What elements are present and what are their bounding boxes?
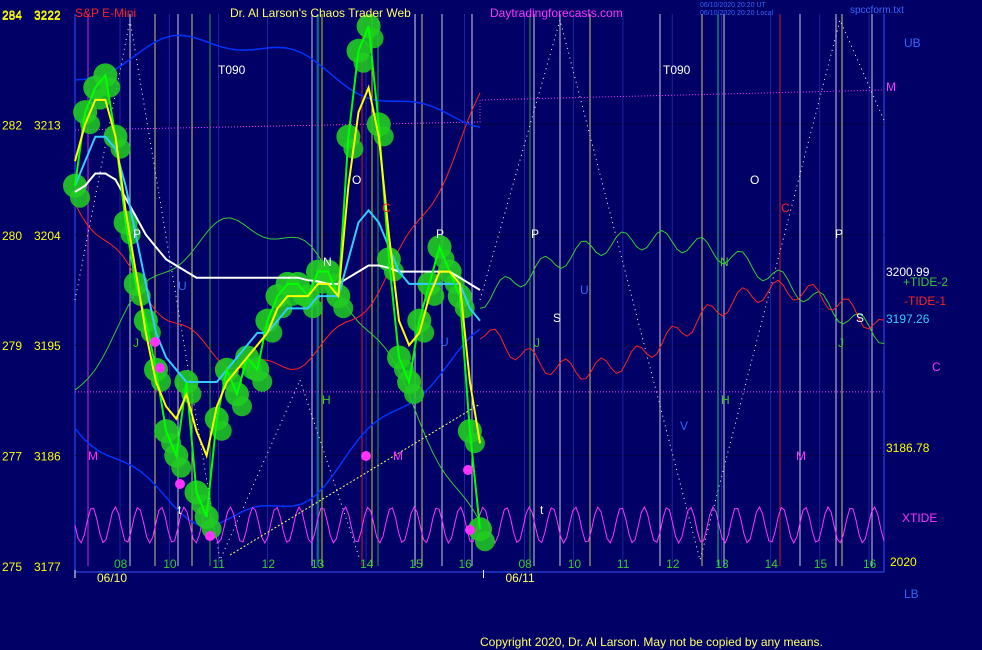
instrument-label: S&P E-Mini <box>75 6 136 20</box>
y-tick-right: 3222 <box>34 8 61 22</box>
bubble <box>333 298 354 319</box>
bubble <box>464 433 485 454</box>
bubble <box>110 138 131 159</box>
planet-marker: T090 <box>218 63 246 77</box>
magenta-dot <box>175 479 185 489</box>
magenta-dot <box>463 465 473 475</box>
ub-label: UB <box>904 36 921 50</box>
planet-marker: U <box>178 279 187 293</box>
bubble <box>171 457 192 478</box>
x-tick-label: 13 <box>715 557 729 571</box>
m-label: M <box>886 80 896 94</box>
planet-marker: S <box>856 311 864 325</box>
x-tick-label: 12 <box>666 557 680 571</box>
x-tick-label: 08 <box>519 557 533 571</box>
y-tick-left: 275 <box>2 560 22 574</box>
magenta-dot <box>155 363 165 373</box>
timestamp-local: 06/10/2020 20:20 Local <box>700 10 774 17</box>
planet-marker: P <box>436 227 444 241</box>
y-tick-left: 279 <box>2 339 22 353</box>
planet-marker: H <box>721 393 730 407</box>
y-tick-right: 3177 <box>34 560 61 574</box>
tide2-label: +TIDE-2 <box>903 275 948 289</box>
magenta-dot <box>361 451 371 461</box>
x-tick-label: 16 <box>459 557 473 571</box>
x-tick-label: 11 <box>212 557 225 571</box>
planet-marker: N <box>720 255 729 269</box>
planet-marker: U <box>440 335 449 349</box>
date-label: 06/10 <box>97 571 127 585</box>
bubble <box>70 187 90 208</box>
planet-marker: M <box>88 449 98 463</box>
y-tick-left: 282 <box>2 118 22 132</box>
planet-marker: O <box>750 173 759 187</box>
y-tick-right: 3195 <box>34 339 61 353</box>
value-3186-label: 3186.78 <box>886 441 930 455</box>
c-label: C <box>932 360 941 374</box>
planet-marker: C <box>781 201 790 215</box>
planet-marker: O <box>352 173 361 187</box>
planet-marker: T090 <box>663 63 691 77</box>
x-tick-label: 12 <box>262 557 276 571</box>
planet-marker: J <box>133 336 139 350</box>
planet-marker: V <box>680 419 688 433</box>
tide1-label: -TIDE-1 <box>904 294 946 308</box>
value-3197-label: 3197.26 <box>886 312 930 326</box>
planet-marker: M <box>796 449 806 463</box>
x-tick-label: 15 <box>409 557 423 571</box>
timestamp-ut: 06/10/2020 20:20 UT <box>700 2 766 9</box>
planet-marker: P <box>531 227 539 241</box>
x-tick-label: 16 <box>863 557 877 571</box>
planet-marker: M <box>393 449 403 463</box>
planet-marker: J <box>534 336 540 350</box>
bubble <box>252 371 273 392</box>
site-link[interactable]: Daytradingforecasts.com <box>490 6 623 20</box>
bubble <box>454 298 475 319</box>
planet-marker: P <box>835 227 843 241</box>
y-tick-right: 3186 <box>34 450 61 464</box>
x-tick-label: 08 <box>114 557 128 571</box>
x-tick-label: 11 <box>617 557 630 571</box>
magenta-dot <box>205 531 215 541</box>
bubble <box>100 77 121 98</box>
bubble <box>404 384 425 404</box>
planet-marker: C <box>382 201 391 215</box>
bubble <box>232 396 252 417</box>
magenta-dot <box>465 525 475 535</box>
planet-marker: U <box>580 283 589 297</box>
bubble <box>475 531 495 552</box>
y-tick-right: 3213 <box>34 118 61 132</box>
xtide-label: XTIDE <box>902 511 937 525</box>
x-tick-label: 10 <box>568 557 582 571</box>
x-tick-label: 15 <box>814 557 828 571</box>
x-tick-label: 13 <box>311 557 325 571</box>
chart-title: Dr. Al Larson's Chaos Trader Web <box>230 6 411 20</box>
y-tick-left: 284 <box>2 8 22 22</box>
file-name: spccform.txt <box>850 5 904 16</box>
x-tick-label: 14 <box>765 557 779 571</box>
planet-marker: H <box>322 393 331 407</box>
x-tick-label: 10 <box>163 557 177 571</box>
y-tick-left: 280 <box>2 229 22 243</box>
copyright: Copyright 2020, Dr. Al Larson. May not b… <box>480 635 823 649</box>
x-tick-label: 14 <box>360 557 374 571</box>
year-label: 2020 <box>890 555 917 569</box>
magenta-dot <box>150 337 160 347</box>
lb-label: LB <box>904 587 919 601</box>
planet-marker: N <box>323 255 332 269</box>
date-label: 06/11 <box>506 571 535 585</box>
planet-marker: J <box>838 336 844 350</box>
y-tick-right: 3204 <box>34 229 61 243</box>
planet-marker: P <box>133 227 141 241</box>
chaos-trader-chart: T090PUJOCNHMtT090PUSJNOCHMtPSJVPMU 284 3… <box>0 0 982 650</box>
y-tick-left: 277 <box>2 450 22 464</box>
planet-marker: S <box>553 311 561 325</box>
